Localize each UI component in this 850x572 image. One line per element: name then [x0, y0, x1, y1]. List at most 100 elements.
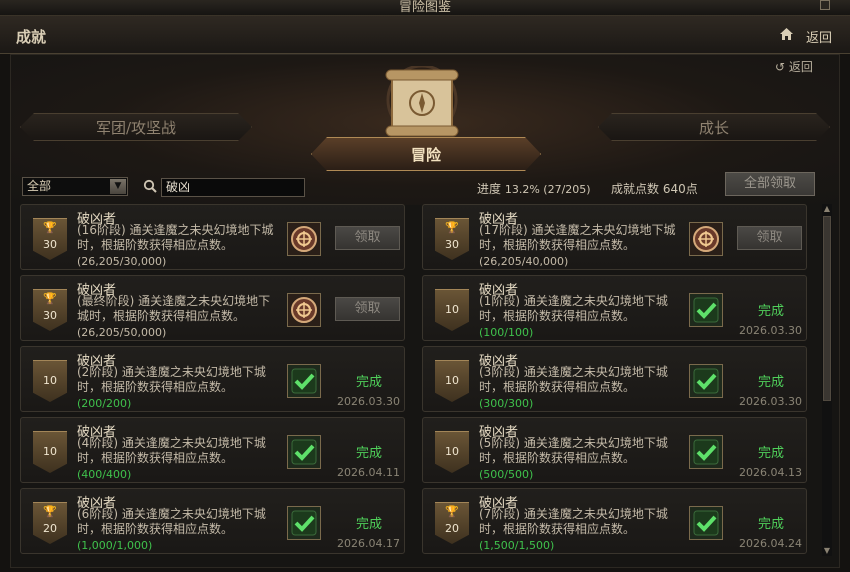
- achievement-description: (16阶段) 通关逢魔之未央幻境地下城时，根据阶数获得相应点数。: [77, 223, 274, 252]
- category-select[interactable]: 全部 ▼: [22, 177, 128, 196]
- home-icon[interactable]: [780, 28, 793, 44]
- points-badge: 🏆 30: [33, 218, 67, 260]
- achievement-description: (1阶段) 通关逢魔之未央幻境地下城时，根据阶数获得相应点数。: [479, 294, 668, 323]
- achievement-description: (17阶段) 通关逢魔之未央幻境地下城时，根据阶数获得相应点数。: [479, 223, 676, 252]
- completion-date: 2026.04.17: [337, 537, 400, 550]
- achievement-progress: (200/200): [77, 397, 132, 410]
- search-icon: [143, 179, 157, 193]
- achievement-progress: (1,500/1,500): [479, 539, 555, 552]
- points-badge: 10: [33, 431, 67, 473]
- points-badge: 🏆 20: [435, 502, 469, 544]
- achievement-progress: (400/400): [77, 468, 132, 481]
- achievement-description: (6阶段) 通关逢魔之未央幻境地下城时，根据阶数获得相应点数。: [77, 507, 266, 536]
- status-complete: 完成: [355, 375, 382, 390]
- tab-growth[interactable]: 成长: [598, 113, 830, 141]
- panel-back-button[interactable]: ↺ 返回: [775, 58, 813, 75]
- achievement-progress: (26,205/50,000): [77, 326, 167, 339]
- chevron-down-icon[interactable]: ▼: [110, 179, 126, 194]
- achievement-progress: (1,000/1,000): [77, 539, 153, 552]
- achievement-card: 🏆 20 破凶者 (6阶段) 通关逢魔之未央幻境地下城时，根据阶数获得相应点数。 (1,…: [20, 488, 405, 554]
- progress-value: 13.2% (27/205): [504, 183, 591, 196]
- points-badge: 🏆 20: [33, 502, 67, 544]
- status-complete: 完成: [355, 446, 382, 461]
- trophy-icon: 🏆: [43, 505, 57, 518]
- achievement-description: (最终阶段) 通关逢魔之未央幻境地下城时，根据阶数获得相应点数。: [77, 294, 271, 323]
- window-title: 冒险图鉴: [398, 0, 451, 15]
- checkmark-icon: [689, 364, 723, 398]
- completion-date: 2026.04.11: [337, 466, 400, 479]
- badge-points: 30: [43, 238, 57, 251]
- header: 成就 返回: [0, 16, 850, 54]
- status-complete: 完成: [757, 304, 784, 319]
- badge-points: 10: [445, 445, 459, 458]
- checkmark-icon: [689, 293, 723, 327]
- achievement-description: (7阶段) 通关逢魔之未央幻境地下城时，根据阶数获得相应点数。: [479, 507, 668, 536]
- scrollbar[interactable]: ▲ ▼: [822, 204, 832, 556]
- achievement-progress: (300/300): [479, 397, 534, 410]
- status-complete: 完成: [757, 517, 784, 532]
- trophy-icon: 🏆: [43, 221, 57, 234]
- back-button[interactable]: 返回: [806, 27, 832, 46]
- scrollbar-thumb[interactable]: [823, 216, 831, 401]
- status-complete: 完成: [757, 375, 784, 390]
- reward-icon[interactable]: [287, 222, 321, 256]
- claim-button[interactable]: 领取: [335, 226, 400, 250]
- checkmark-icon: [689, 435, 723, 469]
- scroll-up-icon[interactable]: ▲: [822, 204, 832, 214]
- achievement-card: 🏆 30 破凶者 (16阶段) 通关逢魔之未央幻境地下城时，根据阶数获得相应点数。 (2…: [20, 204, 405, 270]
- completion-date: 2026.03.30: [337, 395, 400, 408]
- achievement-card: 10 破凶者 (4阶段) 通关逢魔之未央幻境地下城时，根据阶数获得相应点数。 (400…: [20, 417, 405, 483]
- claim-button[interactable]: 领取: [335, 297, 400, 321]
- achievement-card: 10 破凶者 (2阶段) 通关逢魔之未央幻境地下城时，根据阶数获得相应点数。 (200…: [20, 346, 405, 412]
- points-badge: 10: [33, 360, 67, 402]
- checkmark-icon: [287, 506, 321, 540]
- badge-points: 30: [445, 238, 459, 251]
- achievement-description: (3阶段) 通关逢魔之未央幻境地下城时，根据阶数获得相应点数。: [479, 365, 668, 394]
- status-complete: 完成: [757, 446, 784, 461]
- reward-icon[interactable]: [287, 293, 321, 327]
- achievement-progress: (500/500): [479, 468, 534, 481]
- badge-points: 10: [445, 374, 459, 387]
- badge-points: 10: [43, 445, 57, 458]
- achievement-card: 🏆 30 破凶者 (最终阶段) 通关逢魔之未央幻境地下城时，根据阶数获得相应点数。 (2…: [20, 275, 405, 341]
- points-badge: 10: [435, 360, 469, 402]
- title-bar: 冒险图鉴: [0, 0, 850, 16]
- achievement-card: 🏆 20 破凶者 (7阶段) 通关逢魔之未央幻境地下城时，根据阶数获得相应点数。 (1,…: [422, 488, 807, 554]
- points-badge: 10: [435, 431, 469, 473]
- completion-date: 2026.04.24: [739, 537, 802, 550]
- achievement-card: 10 破凶者 (5阶段) 通关逢魔之未央幻境地下城时，根据阶数获得相应点数。 (500…: [422, 417, 807, 483]
- tab-adventure[interactable]: 冒险: [311, 137, 541, 171]
- achievement-card: 10 破凶者 (3阶段) 通关逢魔之未央幻境地下城时，根据阶数获得相应点数。 (300…: [422, 346, 807, 412]
- completion-date: 2026.03.30: [739, 324, 802, 337]
- checkmark-icon: [287, 364, 321, 398]
- scroll-emblem-icon: [385, 66, 459, 137]
- achievement-description: (4阶段) 通关逢魔之未央幻境地下城时，根据阶数获得相应点数。: [77, 436, 266, 465]
- return-icon: ↺: [775, 60, 789, 74]
- category-selected: 全部: [27, 179, 52, 193]
- scroll-down-icon[interactable]: ▼: [822, 546, 832, 556]
- close-icon[interactable]: [820, 0, 830, 10]
- points-badge: 10: [435, 289, 469, 331]
- completion-date: 2026.04.13: [739, 466, 802, 479]
- checkmark-icon: [287, 435, 321, 469]
- trophy-icon: 🏆: [43, 292, 57, 305]
- status-complete: 完成: [355, 517, 382, 532]
- badge-points: 20: [43, 522, 57, 535]
- achievement-card: 10 破凶者 (1阶段) 通关逢魔之未央幻境地下城时，根据阶数获得相应点数。 (100…: [422, 275, 807, 341]
- achievement-description: (5阶段) 通关逢魔之未央幻境地下城时，根据阶数获得相应点数。: [479, 436, 668, 465]
- trophy-icon: 🏆: [445, 221, 459, 234]
- points-value: 640点: [662, 182, 698, 196]
- badge-points: 10: [445, 303, 459, 316]
- achievement-progress: (26,205/40,000): [479, 255, 569, 268]
- tab-legion[interactable]: 军团/攻坚战: [20, 113, 252, 141]
- claim-all-button[interactable]: 全部领取: [725, 172, 815, 196]
- reward-icon[interactable]: [689, 222, 723, 256]
- claim-button[interactable]: 领取: [737, 226, 802, 250]
- checkmark-icon: [689, 506, 723, 540]
- achievement-progress: (100/100): [479, 326, 534, 339]
- completion-date: 2026.03.30: [739, 395, 802, 408]
- points-badge: 🏆 30: [33, 289, 67, 331]
- search-input[interactable]: 破凶: [161, 178, 305, 197]
- achievement-progress: (26,205/30,000): [77, 255, 167, 268]
- progress-text: 进度 13.2% (27/205): [477, 182, 591, 196]
